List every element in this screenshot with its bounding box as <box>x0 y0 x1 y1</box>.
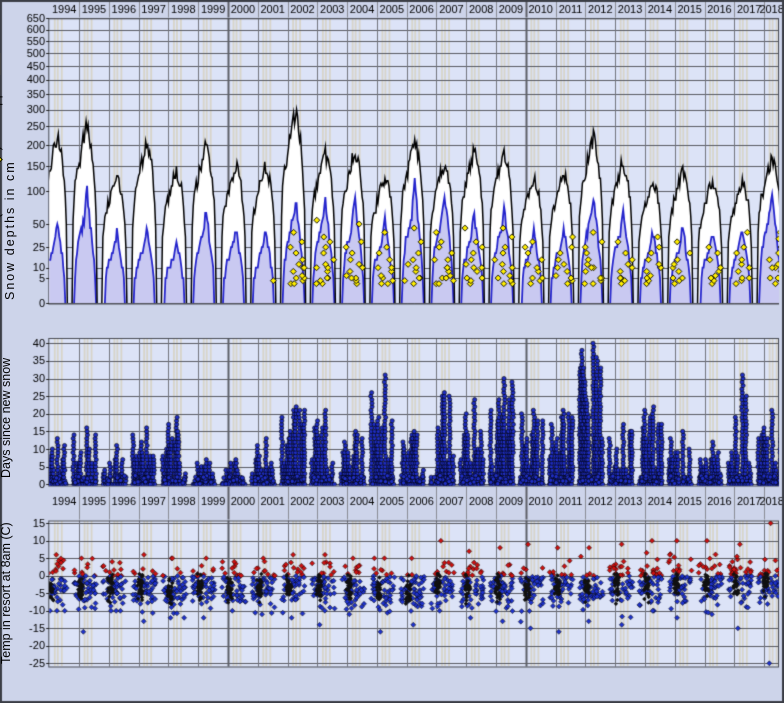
snow-history-chart <box>0 0 784 703</box>
snow-history-window: Resort(fresh is) and Upper Snow depths i… <box>0 0 784 703</box>
resort-depth-swatch <box>0 222 1 244</box>
upper-depth-swatch <box>0 53 1 75</box>
snow-axis-units-label: Snow depths in cm <box>3 108 17 300</box>
temp-axis-label: Temp in resort at 8am (C) <box>0 499 13 664</box>
days-axis-label: Days since new snow <box>0 350 13 478</box>
